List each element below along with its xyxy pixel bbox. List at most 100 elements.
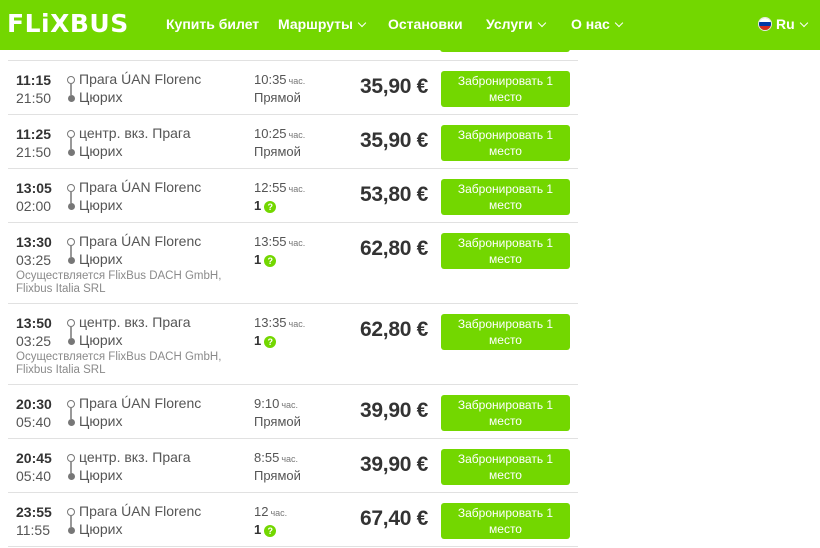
departure-time: 13:05	[16, 180, 52, 196]
transfer-value: Прямой	[254, 144, 301, 159]
duration-value: 13:55	[254, 234, 287, 249]
arrival-station[interactable]: Цюрих	[79, 251, 122, 267]
origin-pin-icon	[67, 130, 75, 138]
nav-services[interactable]: Услуги	[486, 15, 546, 33]
arrival-time: 21:50	[16, 144, 52, 160]
price: 35,90 €	[360, 129, 428, 152]
book-button[interactable]: Забронировать 1 место	[441, 503, 570, 539]
transfer-info: Прямой	[254, 90, 301, 105]
arrival-time: 11:55	[16, 522, 50, 538]
destination-dot-icon	[67, 527, 75, 534]
ride-row: 11:25 21:50 центр. вкз. Прага Цюрих 10:25 час…	[8, 115, 578, 169]
duration-value: 13:35	[254, 315, 287, 330]
route-line	[70, 246, 72, 257]
book-button[interactable]: Забронировать 1 место	[441, 125, 570, 161]
help-icon[interactable]: ?	[264, 336, 277, 348]
transfer-info[interactable]: 1?	[254, 198, 277, 213]
arrival-time: 03:25	[16, 252, 52, 268]
chevron-down-icon	[537, 18, 546, 28]
origin-pin-icon	[67, 508, 75, 516]
departure-time: 11:25	[16, 126, 52, 142]
duration-unit: час.	[288, 130, 306, 140]
departure-station[interactable]: Прага ÚAN Florenc	[79, 503, 201, 519]
duration: 8:55 час.	[254, 450, 298, 465]
duration-value: 10:35	[254, 72, 287, 87]
help-icon[interactable]: ?	[264, 255, 277, 267]
route-line	[70, 327, 72, 338]
duration-unit: час.	[288, 76, 306, 86]
help-icon[interactable]: ?	[264, 525, 277, 537]
transfer-value: 1	[254, 333, 262, 348]
arrival-station[interactable]: Цюрих	[79, 197, 122, 213]
duration-value: 8:55	[254, 450, 280, 465]
help-icon[interactable]: ?	[264, 201, 277, 213]
arrival-time: 03:25	[16, 333, 52, 349]
duration-unit: час.	[281, 400, 299, 410]
duration: 9:10 час.	[254, 396, 298, 411]
duration-unit: час.	[288, 184, 306, 194]
nav-label: Остановки	[388, 16, 463, 32]
transfer-value: 1	[254, 198, 262, 213]
book-button[interactable]: Забронировать 1 место	[441, 395, 570, 431]
transfer-info[interactable]: 1?	[254, 252, 277, 267]
price: 62,80 €	[360, 237, 428, 260]
duration: 13:55 час.	[254, 234, 305, 249]
transfer-info: Прямой	[254, 414, 301, 429]
price: 67,40 €	[360, 507, 428, 530]
transfer-info[interactable]: 1?	[254, 522, 277, 537]
departure-station[interactable]: Прага ÚAN Florenc	[79, 395, 201, 411]
book-button[interactable]: Забронировать 1 место	[441, 233, 570, 269]
language-selector[interactable]: Ru	[758, 15, 808, 33]
ride-row: 13:30 03:25 Прага ÚAN Florenc Цюрих 13:55 час…	[8, 223, 578, 304]
duration-value: 9:10	[254, 396, 280, 411]
book-button[interactable]: Забронировать 1 место	[441, 314, 570, 350]
destination-dot-icon	[67, 419, 75, 426]
origin-pin-icon	[67, 319, 75, 327]
transfer-value: 1	[254, 522, 262, 537]
chevron-down-icon	[357, 18, 367, 28]
book-button[interactable]: Забронировать 1 место	[441, 71, 570, 107]
route-line	[70, 192, 72, 203]
duration-value: 12	[254, 504, 269, 519]
nav-stops[interactable]: Остановки	[388, 15, 463, 33]
nav-routes[interactable]: Маршруты	[278, 15, 367, 33]
origin-pin-icon	[67, 184, 75, 192]
arrival-station[interactable]: Цюрих	[79, 467, 122, 483]
transfer-value: Прямой	[254, 90, 301, 105]
duration: 10:35 час.	[254, 72, 305, 87]
departure-time: 23:55	[16, 504, 52, 520]
ride-row: 23:55 11:55 Прага ÚAN Florenc Цюрих 12 час. 1?…	[8, 493, 578, 547]
departure-station[interactable]: Прага ÚAN Florenc	[79, 179, 201, 195]
route-line	[70, 516, 72, 527]
departure-station[interactable]: центр. вкз. Прага	[79, 449, 191, 465]
transfer-value: Прямой	[254, 414, 301, 429]
nav-label: Услуги	[486, 16, 533, 32]
departure-station[interactable]: Прага ÚAN Florenc	[79, 71, 201, 87]
destination-dot-icon	[67, 473, 75, 480]
duration-unit: час.	[281, 454, 299, 464]
price: 35,90 €	[360, 75, 428, 98]
book-button[interactable]: Забронировать 1 место	[441, 449, 570, 485]
arrival-time: 05:40	[16, 414, 52, 430]
arrival-station[interactable]: Цюрих	[79, 89, 122, 105]
departure-time: 20:30	[16, 396, 52, 412]
transfer-info: Прямой	[254, 468, 301, 483]
nav-about[interactable]: О нас	[571, 15, 624, 33]
arrival-station[interactable]: Цюрих	[79, 143, 122, 159]
departure-station[interactable]: Прага ÚAN Florenc	[79, 233, 201, 249]
arrival-station[interactable]: Цюрих	[79, 413, 122, 429]
transfer-info[interactable]: 1?	[254, 333, 277, 348]
departure-station[interactable]: центр. вкз. Прага	[79, 314, 191, 330]
destination-dot-icon	[67, 203, 75, 210]
destination-dot-icon	[67, 257, 75, 264]
arrival-station[interactable]: Цюрих	[79, 332, 122, 348]
chevron-down-icon	[614, 18, 624, 28]
arrival-station[interactable]: Цюрих	[79, 521, 122, 537]
flixbus-logo[interactable]: FLiXBUS	[7, 10, 129, 38]
duration-value: 10:25	[254, 126, 287, 141]
departure-station[interactable]: центр. вкз. Прага	[79, 125, 191, 141]
origin-pin-icon	[67, 238, 75, 246]
destination-dot-icon	[67, 95, 75, 102]
nav-buy-ticket[interactable]: Купить билет	[166, 15, 259, 33]
book-button[interactable]: Забронировать 1 место	[441, 179, 570, 215]
